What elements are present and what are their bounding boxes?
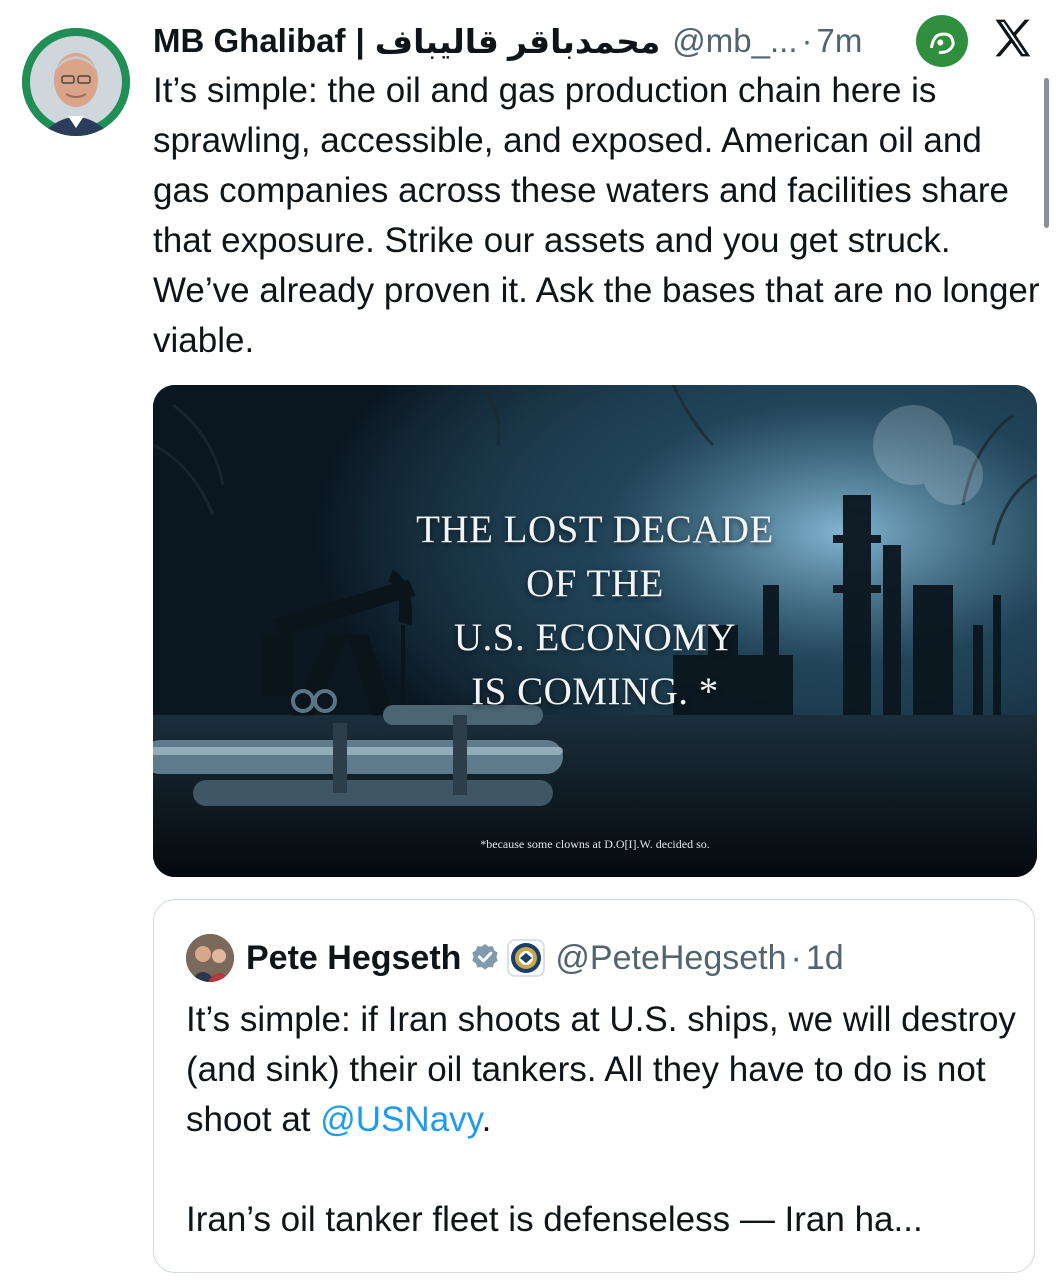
tweet-header: MB Ghalibaf | محمدباقر قالیباف @mb_... ·… (153, 18, 1033, 64)
media-headline-line: U.S. ECONOMY (453, 616, 737, 659)
quoted-tweet-card[interactable]: Pete Hegseth @PeteHegseth · 1d It’s simp… (153, 899, 1035, 1273)
quoted-tweet-header: Pete Hegseth @PeteHegseth · 1d (246, 932, 844, 984)
media-footnote: *because some clowns at D.O[I].W. decide… (480, 837, 710, 851)
author-name-persian[interactable]: محمدباقر قالیباف (375, 22, 661, 61)
x-logo-icon (990, 16, 1034, 60)
quoted-author-handle[interactable]: @PeteHegseth (555, 939, 786, 978)
meta-dot: · (790, 938, 802, 977)
author-avatar[interactable] (22, 28, 130, 136)
media-headline-line: THE LOST DECADE (416, 508, 774, 551)
media-headline: THE LOST DECADE OF THE U.S. ECONOMY IS C… (153, 503, 1037, 719)
media-headline-line: IS COMING. * (471, 670, 719, 713)
quoted-tweet-text: It’s simple: if Iran shoots at U.S. ship… (186, 995, 1016, 1245)
quoted-tweet-timestamp[interactable]: 1d (806, 939, 844, 978)
department-seal-icon (507, 939, 546, 977)
tweet-media-image[interactable]: THE LOST DECADE OF THE U.S. ECONOMY IS C… (153, 385, 1037, 877)
scrollbar[interactable] (1044, 78, 1049, 228)
author-name[interactable]: MB Ghalibaf (153, 22, 346, 60)
quoted-author-name[interactable]: Pete Hegseth (246, 939, 461, 978)
quoted-tweet-paragraph: It’s simple: if Iran shoots at U.S. ship… (186, 995, 1016, 1145)
author-handle[interactable]: @mb_... (672, 22, 797, 60)
mention-link[interactable]: @USNavy (320, 1100, 481, 1139)
quoted-text-part: It’s simple: if Iran shoots at U.S. ship… (186, 1000, 1016, 1139)
verified-badge-icon (472, 944, 499, 970)
meta-dot: · (801, 22, 813, 59)
media-headline-line: OF THE (526, 562, 664, 605)
quoted-text-part: . (481, 1100, 492, 1139)
author-name-separator: | (355, 22, 365, 59)
tweet-text: It’s simple: the oil and gas production … (153, 71, 1040, 360)
quoted-author-avatar[interactable] (186, 934, 234, 982)
quoted-tweet-paragraph: Iran’s oil tanker fleet is defenseless —… (186, 1200, 923, 1239)
tweet-timestamp[interactable]: 7m (817, 22, 863, 60)
